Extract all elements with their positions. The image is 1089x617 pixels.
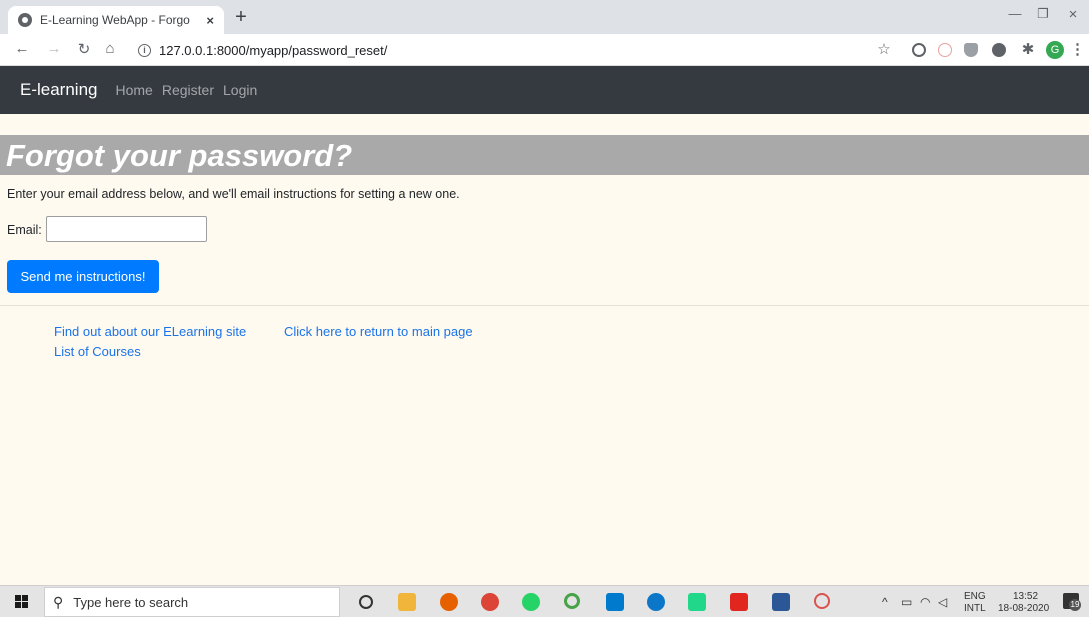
tab-title: E-Learning WebApp - Forgot Your Password bbox=[40, 13, 190, 27]
divider bbox=[0, 305, 1089, 306]
chrome-icon[interactable] bbox=[481, 593, 499, 611]
extension-timer-icon[interactable] bbox=[938, 43, 952, 57]
taskbar-search-placeholder: Type here to search bbox=[73, 594, 189, 610]
browser-tab[interactable]: E-Learning WebApp - Forgot Your Password… bbox=[8, 6, 224, 34]
minimize-button[interactable]: — bbox=[1000, 6, 1030, 21]
shield-icon[interactable] bbox=[964, 43, 978, 57]
clock-date[interactable]: 18-08-2020 bbox=[998, 603, 1049, 614]
restore-button[interactable]: ❐ bbox=[1028, 6, 1058, 22]
firefox-icon[interactable] bbox=[440, 593, 458, 611]
globe-icon bbox=[18, 13, 32, 27]
send-instructions-button[interactable]: Send me instructions! bbox=[7, 260, 159, 293]
nav-link-login[interactable]: Login bbox=[223, 82, 257, 98]
ring-app-icon[interactable] bbox=[564, 593, 580, 609]
speaker-icon[interactable]: ◁ bbox=[938, 595, 947, 609]
nav-link-register[interactable]: Register bbox=[162, 82, 214, 98]
page-viewport: E-learning Home Register Login Forgot yo… bbox=[0, 66, 1089, 585]
windows-start-icon[interactable] bbox=[15, 595, 28, 608]
instructions-text: Enter your email address below, and we'l… bbox=[7, 187, 460, 201]
info-icon[interactable]: i bbox=[138, 43, 151, 57]
browser-toolbar: ← → ↻ ⌂ i 127.0.0.1:8000/myapp/password_… bbox=[0, 34, 1089, 66]
clock-time[interactable]: 13:52 bbox=[1013, 591, 1038, 602]
cortana-icon[interactable] bbox=[359, 595, 373, 609]
page-title: Forgot your password? bbox=[6, 138, 353, 173]
footer-link-main-page[interactable]: Click here to return to main page bbox=[284, 324, 473, 339]
tab-close-icon[interactable]: × bbox=[206, 13, 214, 28]
taskbar: ⚲ Type here to search ^ ▭ ◠ ◁ ENG INTL 1… bbox=[0, 585, 1089, 617]
notification-count: 19 bbox=[1069, 599, 1081, 611]
extension-w-icon[interactable] bbox=[992, 43, 1006, 57]
window-close-button[interactable]: × bbox=[1058, 6, 1088, 23]
word-icon[interactable] bbox=[772, 593, 790, 611]
file-explorer-icon[interactable] bbox=[398, 593, 416, 611]
language-line1[interactable]: ENG bbox=[964, 591, 986, 602]
taskbar-search-input[interactable]: ⚲ Type here to search bbox=[44, 587, 340, 617]
email-field[interactable] bbox=[46, 216, 207, 242]
snipping-tool-icon[interactable] bbox=[814, 593, 830, 609]
acrobat-icon[interactable] bbox=[730, 593, 748, 611]
title-band: Forgot your password? bbox=[0, 135, 1089, 175]
whatsapp-icon[interactable] bbox=[522, 593, 540, 611]
new-tab-button[interactable]: + bbox=[232, 7, 250, 27]
reload-icon[interactable]: ↻ bbox=[74, 40, 94, 58]
edge-icon[interactable] bbox=[647, 593, 665, 611]
pycharm-icon[interactable] bbox=[688, 593, 706, 611]
star-icon[interactable]: ☆ bbox=[874, 40, 894, 58]
address-bar[interactable]: i 127.0.0.1:8000/myapp/password_reset/ bbox=[130, 38, 870, 62]
wifi-icon[interactable]: ◠ bbox=[920, 595, 930, 609]
site-navbar: E-learning Home Register Login bbox=[0, 66, 1089, 114]
chevron-up-icon[interactable]: ^ bbox=[882, 595, 888, 609]
profile-avatar[interactable]: G bbox=[1046, 41, 1064, 59]
extension-circle-icon[interactable] bbox=[912, 43, 926, 57]
browser-tab-strip: E-Learning WebApp - Forgot Your Password… bbox=[0, 0, 1089, 34]
menu-dots-icon[interactable]: ⋮ bbox=[1070, 40, 1085, 58]
forward-arrow-icon[interactable]: → bbox=[44, 40, 64, 57]
url-text: 127.0.0.1:8000/myapp/password_reset/ bbox=[159, 42, 388, 58]
battery-icon[interactable]: ▭ bbox=[901, 595, 912, 609]
search-icon: ⚲ bbox=[53, 593, 64, 610]
home-icon[interactable]: ⌂ bbox=[100, 40, 120, 57]
email-label: Email: bbox=[7, 223, 42, 237]
back-arrow-icon[interactable]: ← bbox=[12, 40, 32, 57]
puzzle-icon[interactable]: ✱ bbox=[1018, 40, 1038, 58]
footer-link-courses[interactable]: List of Courses bbox=[54, 344, 141, 359]
language-line2[interactable]: INTL bbox=[964, 603, 986, 614]
navbar-brand[interactable]: E-learning bbox=[20, 80, 98, 100]
footer-link-about[interactable]: Find out about our ELearning site bbox=[54, 324, 246, 339]
vscode-icon[interactable] bbox=[606, 593, 624, 611]
nav-link-home[interactable]: Home bbox=[116, 82, 153, 98]
